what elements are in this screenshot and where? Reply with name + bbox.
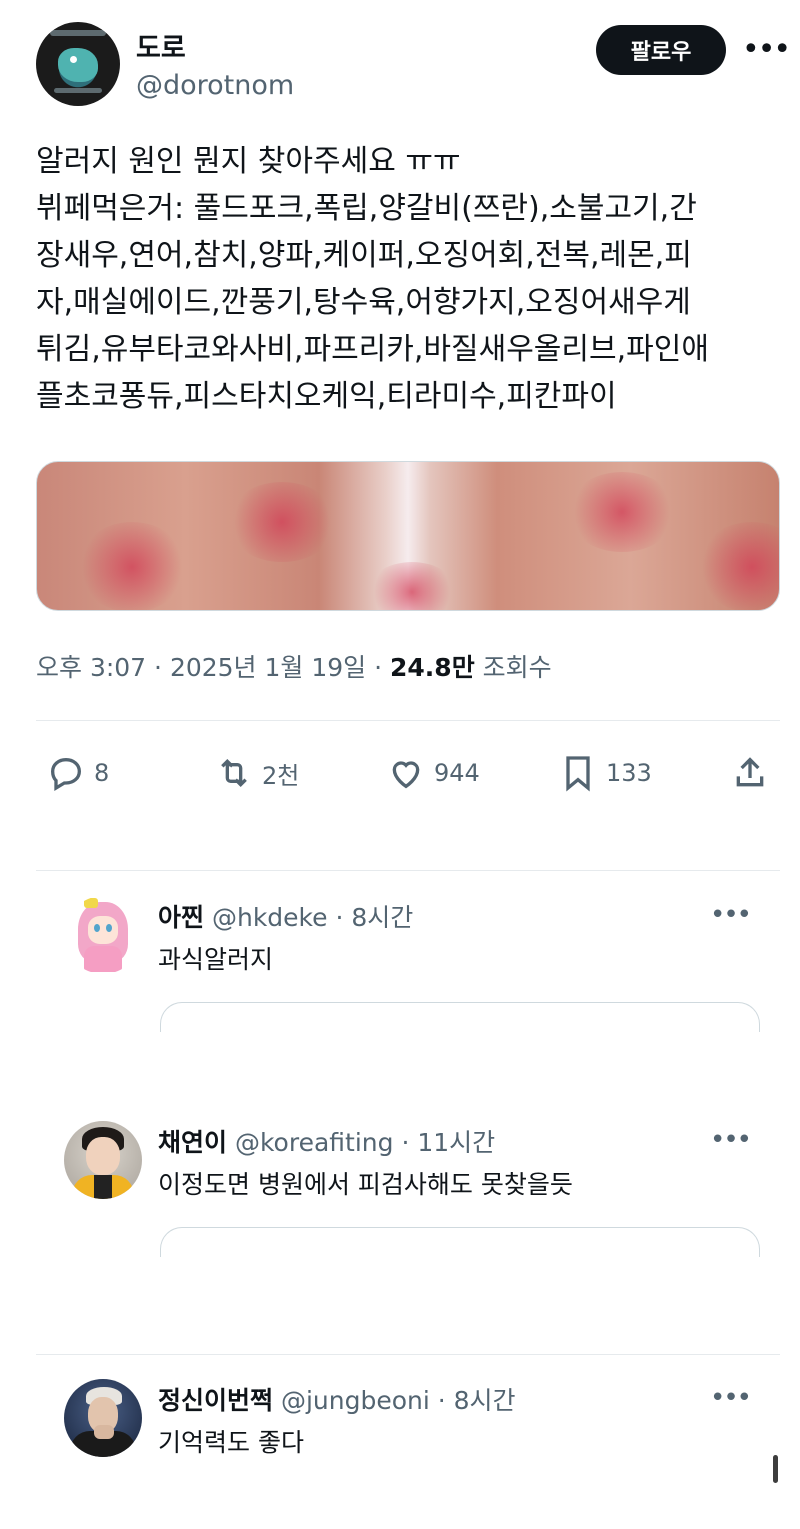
view-label: 조회수 <box>482 653 552 682</box>
retweet-icon <box>221 758 247 788</box>
tweet-text-line: 자,매실에이드,깐풍기,탕수육,어향가지,오징어새우게 <box>36 285 691 320</box>
tweet-text-line: 뷔페먹은거: 풀드포크,폭립,양갈비(쯔란),소불고기,간 <box>36 191 697 226</box>
reply-header: 채연이 @koreafiting · 11시간 <box>158 1128 496 1157</box>
like-icon <box>392 761 420 789</box>
reply-card-preview[interactable] <box>160 1002 760 1032</box>
divider <box>36 870 780 871</box>
reply-header: 정신이번쩍 @jungbeoni · 8시간 <box>158 1386 516 1415</box>
reply-avatar[interactable] <box>64 896 142 974</box>
reply-text: 이정도면 병원에서 피검사해도 못찾을듯 <box>158 1170 573 1199</box>
like-button[interactable]: 944 <box>386 745 480 801</box>
divider <box>36 1354 780 1355</box>
like-count: 944 <box>434 759 480 787</box>
reply-time[interactable]: 8시간 <box>454 1386 516 1415</box>
reply-icon <box>50 757 82 791</box>
tweet-meta: 오후 3:07 · 2025년 1월 19일 · 24.8만 조회수 <box>36 653 552 682</box>
tweet-text-line: 튀김,유부타코와사비,파프리카,바질새우올리브,파인애 <box>36 332 709 367</box>
author-name[interactable]: 도로 <box>136 26 186 65</box>
retweet-button[interactable]: 2천 <box>214 745 299 801</box>
reply-button[interactable]: 8 <box>46 745 109 801</box>
retweet-count: 2천 <box>262 761 300 790</box>
reply-item[interactable]: 정신이번쩍 @jungbeoni · 8시간 ••• 기억력도 좋다 <box>64 1379 780 1479</box>
bookmark-count: 133 <box>606 759 652 787</box>
reply-author-handle[interactable]: @hkdeke <box>212 903 328 932</box>
bookmark-icon <box>566 756 590 792</box>
tweet-time[interactable]: 오후 3:07 <box>36 653 146 682</box>
divider <box>36 720 780 721</box>
reply-author-name[interactable]: 채연이 <box>158 1128 227 1157</box>
action-bar: 8 2천 944 133 <box>36 745 780 801</box>
tweet-text-line: 알러지 원인 뭔지 찾아주세요 ㅠㅠ <box>36 144 461 179</box>
more-icon[interactable]: ••• <box>710 1383 752 1413</box>
more-icon[interactable]: ••• <box>710 1125 752 1155</box>
tweet-text-line: 플초코퐁듀,피스타치오케익,티라미수,피칸파이 <box>36 379 617 414</box>
reply-time[interactable]: 8시간 <box>351 903 413 932</box>
reply-item[interactable]: 채연이 @koreafiting · 11시간 ••• 이정도면 병원에서 피검… <box>64 1121 780 1257</box>
reply-item[interactable]: 아찐 @hkdeke · 8시간 ••• 과식알러지 <box>64 896 780 1032</box>
view-count: 24.8만 <box>390 653 475 682</box>
reply-count: 8 <box>94 759 110 787</box>
reply-avatar[interactable] <box>64 1379 142 1457</box>
author-avatar[interactable] <box>36 22 120 106</box>
tweet-text-line: 장새우,연어,참치,양파,케이퍼,오징어회,전복,레몬,피 <box>36 238 692 273</box>
reply-avatar[interactable] <box>64 1121 142 1199</box>
share-button[interactable] <box>730 745 770 801</box>
follow-button[interactable]: 팔로우 <box>596 25 726 75</box>
share-icon <box>736 757 764 787</box>
tweet-date[interactable]: 2025년 1월 19일 <box>170 653 366 682</box>
reply-text: 기억력도 좋다 <box>158 1428 304 1457</box>
tweet-header: 도로 @dorotnom 팔로우 ••• <box>36 22 791 112</box>
reply-author-handle[interactable]: @jungbeoni <box>281 1386 430 1415</box>
reply-header: 아찐 @hkdeke · 8시간 <box>158 903 414 932</box>
scrollbar[interactable] <box>773 1455 778 1483</box>
reply-card-preview[interactable] <box>160 1227 760 1257</box>
reply-author-name[interactable]: 정신이번쩍 <box>158 1386 273 1415</box>
tweet-text: 알러지 원인 뭔지 찾아주세요 ㅠㅠ 뷔페먹은거: 풀드포크,폭립,양갈비(쯔란… <box>36 138 776 420</box>
more-icon[interactable]: ••• <box>710 900 752 930</box>
reply-time[interactable]: 11시간 <box>417 1128 495 1157</box>
reply-author-handle[interactable]: @koreafiting <box>235 1128 394 1157</box>
reply-author-name[interactable]: 아찐 <box>158 903 204 932</box>
tweet-image[interactable] <box>36 461 780 611</box>
author-handle[interactable]: @dorotnom <box>136 70 294 101</box>
bookmark-button[interactable]: 133 <box>558 745 652 801</box>
reply-text: 과식알러지 <box>158 945 274 974</box>
more-icon[interactable]: ••• <box>742 32 791 67</box>
